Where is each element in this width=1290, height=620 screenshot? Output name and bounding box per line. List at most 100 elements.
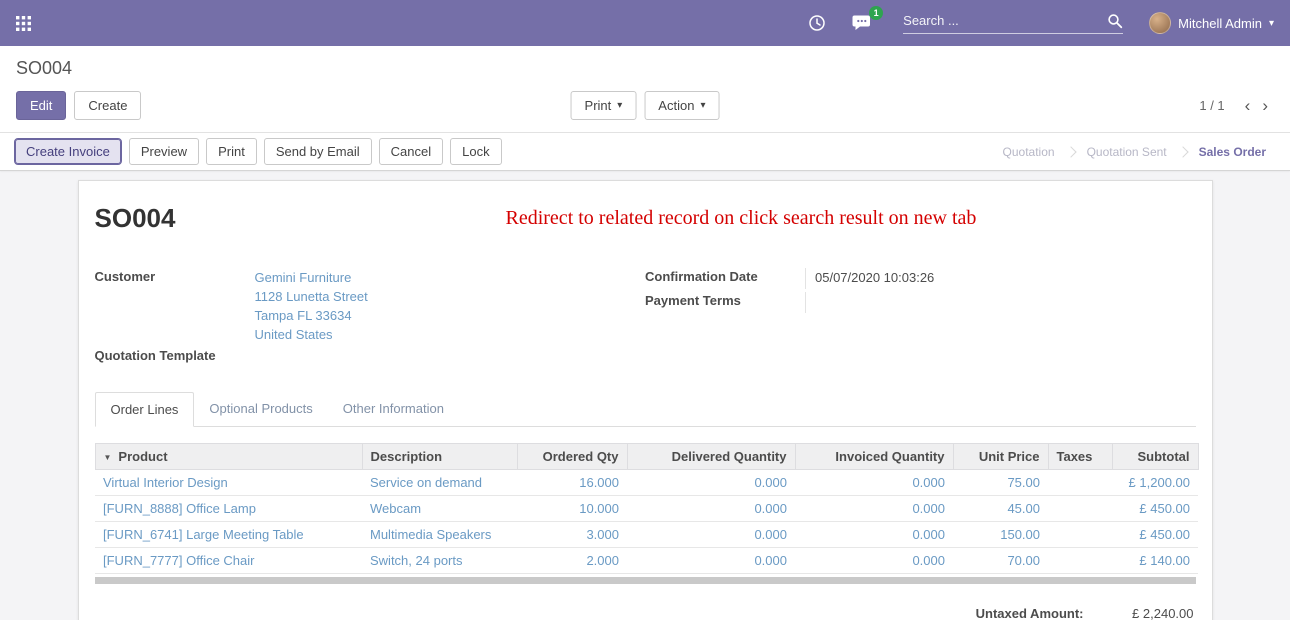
confirmation-date-value: 05/07/2020 10:03:26 [805, 268, 1196, 289]
cell-taxes [1048, 522, 1112, 548]
cancel-button[interactable]: Cancel [379, 138, 443, 165]
cell-delivered-qty: 0.000 [627, 548, 795, 574]
confirmation-date-label: Confirmation Date [645, 268, 805, 289]
untaxed-amount-label: Untaxed Amount: [976, 606, 1084, 620]
user-name: Mitchell Admin [1178, 16, 1262, 31]
tab-order-lines[interactable]: Order Lines [95, 392, 195, 427]
lock-button[interactable]: Lock [450, 138, 501, 165]
step-separator-icon [1177, 146, 1188, 157]
annotation-text: Redirect to related record on click sear… [506, 207, 977, 230]
control-panel: SO004 Edit Create Print ▾ Action ▾ 1 / 1… [0, 46, 1290, 132]
table-row[interactable]: [FURN_7777] Office Chair Switch, 24 port… [95, 548, 1198, 574]
cell-product[interactable]: [FURN_8888] Office Lamp [95, 496, 362, 522]
edit-button[interactable]: Edit [16, 91, 66, 120]
customer-address-line[interactable]: United States [255, 325, 646, 344]
customer-value: Gemini Furniture 1128 Lunetta Street Tam… [255, 268, 646, 344]
notebook-tabs: Order Lines Optional Products Other Info… [95, 392, 1196, 427]
customer-address-line[interactable]: 1128 Lunetta Street [255, 287, 646, 306]
cell-description: Service on demand [362, 470, 517, 496]
totals-section: Untaxed Amount: £ 2,240.00 [95, 606, 1196, 620]
record-pager: 1 / 1 ‹ › [1199, 96, 1274, 116]
apps-menu-icon[interactable] [16, 16, 31, 31]
status-step-quotation-sent[interactable]: Quotation Sent [1077, 141, 1177, 163]
cell-description: Switch, 24 ports [362, 548, 517, 574]
cell-invoiced-qty: 0.000 [795, 470, 953, 496]
user-menu[interactable]: Mitchell Admin ▾ [1149, 12, 1274, 34]
table-row[interactable]: [FURN_8888] Office Lamp Webcam 10.000 0.… [95, 496, 1198, 522]
avatar [1149, 12, 1171, 34]
messages-badge: 1 [869, 6, 883, 20]
cell-subtotal: £ 140.00 [1112, 548, 1198, 574]
pager-count: 1 / 1 [1199, 98, 1224, 113]
cell-ordered-qty: 10.000 [517, 496, 627, 522]
header-delivered-quantity: Delivered Quantity [627, 444, 795, 470]
tab-other-information[interactable]: Other Information [328, 392, 459, 426]
systray: 1 Mitchell Admin ▾ [782, 12, 1274, 34]
header-product-label: Product [118, 449, 167, 464]
activities-clock-icon[interactable] [808, 14, 826, 32]
cell-description: Webcam [362, 496, 517, 522]
payment-terms-label: Payment Terms [645, 292, 805, 313]
cell-product[interactable]: [FURN_6741] Large Meeting Table [95, 522, 362, 548]
cell-unit-price: 75.00 [953, 470, 1048, 496]
table-row[interactable]: [FURN_6741] Large Meeting Table Multimed… [95, 522, 1198, 548]
cell-invoiced-qty: 0.000 [795, 548, 953, 574]
messages-icon[interactable]: 1 [852, 14, 873, 32]
send-by-email-button[interactable]: Send by Email [264, 138, 372, 165]
cell-unit-price: 70.00 [953, 548, 1048, 574]
pager-previous-icon[interactable]: ‹ [1239, 96, 1257, 116]
create-invoice-button[interactable]: Create Invoice [14, 138, 122, 165]
cell-subtotal: £ 450.00 [1112, 496, 1198, 522]
cell-ordered-qty: 16.000 [517, 470, 627, 496]
breadcrumb: SO004 [0, 46, 1290, 81]
right-field-group: Confirmation Date 05/07/2020 10:03:26 Pa… [645, 268, 1196, 364]
cell-delivered-qty: 0.000 [627, 522, 795, 548]
action-dropdown[interactable]: Action ▾ [644, 91, 719, 120]
field-groups: Customer Gemini Furniture 1128 Lunetta S… [95, 268, 1196, 364]
status-step-sales-order[interactable]: Sales Order [1189, 141, 1276, 163]
customer-link[interactable]: Gemini Furniture [255, 268, 646, 287]
payment-terms-value [805, 292, 1196, 313]
cell-description: Multimedia Speakers [362, 522, 517, 548]
step-separator-icon [1065, 146, 1076, 157]
untaxed-amount-value: £ 2,240.00 [1084, 606, 1194, 620]
cell-taxes [1048, 470, 1112, 496]
cell-product[interactable]: [FURN_7777] Office Chair [95, 548, 362, 574]
horizontal-scrollbar[interactable] [95, 577, 1196, 584]
cell-unit-price: 150.00 [953, 522, 1048, 548]
tab-optional-products[interactable]: Optional Products [194, 392, 327, 426]
header-taxes: Taxes [1048, 444, 1112, 470]
cell-subtotal: £ 450.00 [1112, 522, 1198, 548]
print-button[interactable]: Print [206, 138, 257, 165]
pager-next-icon[interactable]: › [1256, 96, 1274, 116]
table-row[interactable]: Virtual Interior Design Service on deman… [95, 470, 1198, 496]
form-sheet: SO004 Redirect to related record on clic… [78, 180, 1213, 620]
action-dropdown-label: Action [658, 98, 694, 113]
cell-ordered-qty: 3.000 [517, 522, 627, 548]
header-description: Description [362, 444, 517, 470]
status-bar: Create Invoice Preview Print Send by Ema… [0, 132, 1290, 171]
header-invoiced-quantity: Invoiced Quantity [795, 444, 953, 470]
cell-delivered-qty: 0.000 [627, 470, 795, 496]
cell-product[interactable]: Virtual Interior Design [95, 470, 362, 496]
preview-button[interactable]: Preview [129, 138, 199, 165]
cell-subtotal: £ 1,200.00 [1112, 470, 1198, 496]
customer-label: Customer [95, 268, 255, 344]
status-step-quotation[interactable]: Quotation [993, 141, 1065, 163]
print-dropdown[interactable]: Print ▾ [571, 91, 637, 120]
search-icon[interactable] [1107, 13, 1123, 29]
table-header-row: ▼Product Description Ordered Qty Deliver… [95, 444, 1198, 470]
expand-caret-icon: ▼ [104, 453, 112, 462]
order-lines-table: ▼Product Description Ordered Qty Deliver… [95, 443, 1196, 584]
create-button[interactable]: Create [74, 91, 141, 120]
caret-down-icon: ▾ [617, 100, 622, 111]
global-search [903, 13, 1123, 34]
caret-down-icon: ▾ [700, 100, 705, 111]
form-view: SO004 Redirect to related record on clic… [0, 171, 1290, 620]
customer-address-line[interactable]: Tampa FL 33634 [255, 306, 646, 325]
center-action-buttons: Print ▾ Action ▾ [571, 91, 720, 120]
cell-taxes [1048, 496, 1112, 522]
cell-taxes [1048, 548, 1112, 574]
search-input[interactable] [903, 13, 1107, 28]
cell-invoiced-qty: 0.000 [795, 522, 953, 548]
